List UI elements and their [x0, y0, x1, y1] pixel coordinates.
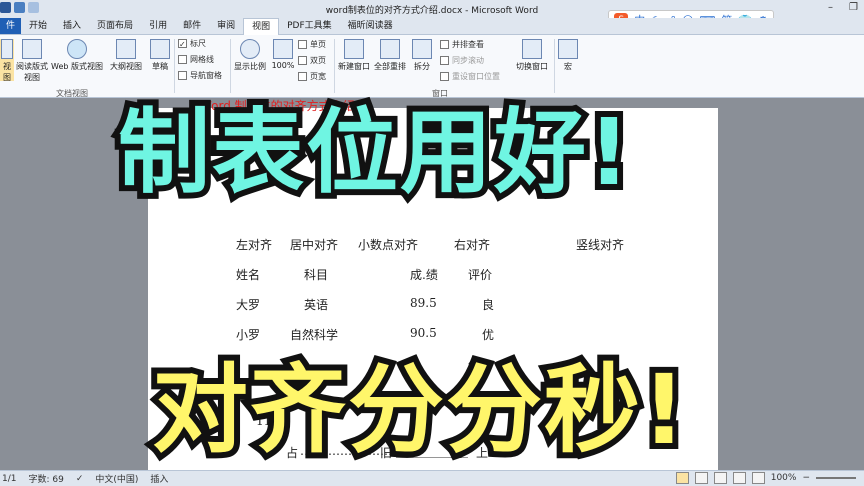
- one-page-button[interactable]: 单页: [298, 39, 326, 50]
- view-zoom-controls: 100% −: [675, 472, 856, 484]
- ruler-checkbox[interactable]: ✓ 标尺: [178, 38, 206, 49]
- reading-status-icon[interactable]: [694, 472, 708, 484]
- tab-pdf-tools[interactable]: PDF工具集: [279, 18, 340, 34]
- cell-grade: 良: [482, 298, 495, 312]
- side-by-side-button[interactable]: 并排查看: [440, 39, 484, 50]
- cell-name: 大罗: [236, 298, 261, 312]
- header-decimal: 小数点对齐: [358, 238, 419, 252]
- header-left: 左对齐: [236, 238, 273, 252]
- ribbon-tabs: 件 开始 插入 页面布局 引用 邮件 审阅 视图 PDF工具集 福昕阅读器: [0, 17, 864, 35]
- minimize-button[interactable]: –: [828, 2, 833, 13]
- magnifier-icon: [240, 39, 260, 59]
- macros-button[interactable]: 宏: [556, 39, 580, 72]
- tab-file[interactable]: 件: [0, 18, 22, 34]
- header-bar: 竖线对齐: [576, 238, 625, 252]
- new-window-icon: [344, 39, 364, 59]
- page-indicator[interactable]: 1/1: [2, 474, 16, 484]
- header-center: 居中对齐: [290, 238, 339, 252]
- maximize-button[interactable]: ❐: [849, 2, 858, 13]
- window-controls: – ❐: [828, 2, 858, 13]
- tab-home[interactable]: 开始: [21, 18, 55, 34]
- outline-icon: [116, 39, 136, 59]
- page-100-icon: [273, 39, 293, 59]
- cell-grade-header: 评价: [468, 268, 493, 282]
- page-icon: [1, 39, 13, 59]
- overlay-caption-top: 制表位用好!: [112, 93, 636, 212]
- arrange-all-button[interactable]: 全部重排: [372, 39, 408, 72]
- cell-subject-header: 科目: [304, 268, 329, 282]
- web-layout-button[interactable]: Web 版式视图: [50, 39, 104, 72]
- draft-view-button[interactable]: 草稿: [148, 39, 172, 72]
- sync-scroll-button[interactable]: 同步滚动: [440, 55, 484, 66]
- one-page-icon: [298, 40, 307, 49]
- draft-status-icon[interactable]: [751, 472, 765, 484]
- cell-name-header: 姓名: [236, 268, 261, 282]
- header-right: 右对齐: [454, 238, 491, 252]
- word-count[interactable]: 字数: 69: [28, 472, 63, 485]
- overlay-caption-bottom: 对齐分分秒!: [146, 348, 692, 472]
- zoom-button[interactable]: 显示比例: [232, 39, 268, 72]
- new-window-button[interactable]: 新建窗口: [336, 39, 372, 72]
- cell-score: 89.5: [410, 296, 437, 310]
- tab-view[interactable]: 视图: [243, 17, 280, 35]
- status-bar: 1/1 字数: 69 ✓ 中文(中国) 插入 100% −: [0, 470, 864, 486]
- print-layout-status-icon[interactable]: [675, 472, 689, 484]
- cell-score-header: 成.绩: [410, 268, 438, 282]
- arrange-icon: [380, 39, 400, 59]
- switch-window-icon: [522, 39, 542, 59]
- insert-mode[interactable]: 插入: [150, 472, 168, 485]
- tab-insert[interactable]: 插入: [55, 18, 89, 34]
- web-status-icon[interactable]: [713, 472, 727, 484]
- two-pages-button[interactable]: 双页: [298, 55, 326, 66]
- switch-window-button[interactable]: 切换窗口: [512, 39, 552, 72]
- outline-status-icon[interactable]: [732, 472, 746, 484]
- globe-icon: [67, 39, 87, 59]
- outline-view-button[interactable]: 大纲视图: [106, 39, 146, 72]
- zoom-100-button[interactable]: 100%: [270, 39, 296, 70]
- tab-foxit-reader[interactable]: 福昕阅读器: [340, 18, 401, 34]
- macro-icon: [558, 39, 578, 59]
- gridlines-checkbox[interactable]: 网格线: [178, 54, 214, 65]
- tab-mailings[interactable]: 邮件: [175, 18, 209, 34]
- proofing-icon[interactable]: ✓: [76, 474, 84, 484]
- language-indicator[interactable]: 中文(中国): [95, 472, 138, 485]
- sync-scroll-icon: [440, 56, 449, 65]
- book-icon: [22, 39, 42, 59]
- print-layout-button[interactable]: 视图: [0, 39, 14, 82]
- split-button[interactable]: 拆分: [410, 39, 434, 72]
- checkbox-icon[interactable]: ✓: [178, 39, 187, 49]
- zoom-level[interactable]: 100%: [771, 473, 797, 483]
- draft-icon: [150, 39, 170, 59]
- tab-review[interactable]: 审阅: [209, 18, 243, 34]
- zoom-out-icon[interactable]: −: [802, 473, 810, 483]
- tab-references[interactable]: 引用: [141, 18, 175, 34]
- zoom-slider[interactable]: [816, 477, 856, 479]
- side-by-side-icon: [440, 40, 449, 49]
- tab-layout[interactable]: 页面布局: [89, 18, 141, 34]
- split-icon: [412, 39, 432, 59]
- two-pages-icon: [298, 56, 307, 65]
- cell-subject: 英语: [304, 298, 329, 312]
- checkbox-icon[interactable]: [178, 55, 187, 64]
- reading-layout-button[interactable]: 阅读版式视图: [16, 39, 48, 83]
